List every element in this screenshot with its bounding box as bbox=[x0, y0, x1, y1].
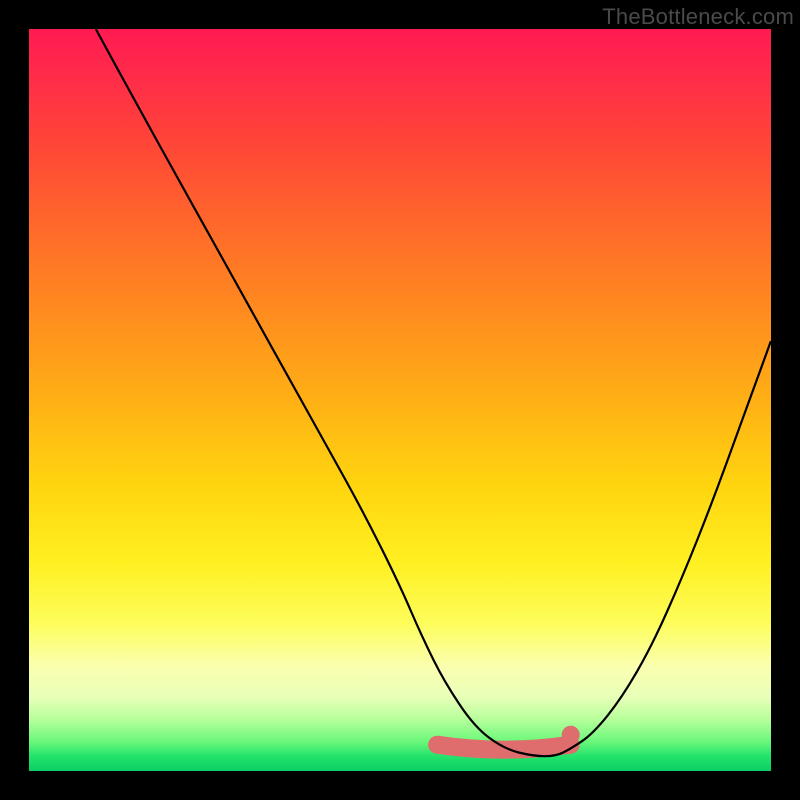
chart-frame: TheBottleneck.com bbox=[0, 0, 800, 800]
bottleneck-curve bbox=[96, 29, 771, 756]
optimal-range-end-dot bbox=[562, 726, 580, 744]
curve-layer bbox=[29, 29, 771, 771]
watermark-text: TheBottleneck.com bbox=[602, 4, 794, 30]
